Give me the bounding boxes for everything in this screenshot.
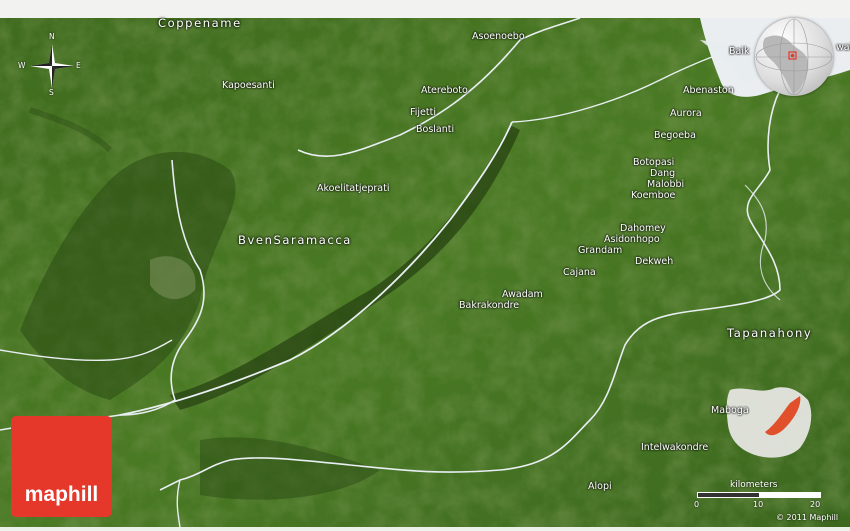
- place-label: Kapoesanti: [222, 80, 275, 91]
- place-label: Dekweh: [635, 256, 674, 267]
- place-label: Akoelitatjeprati: [317, 183, 390, 194]
- scale-unit-label: kilometers: [730, 480, 778, 490]
- terrain-layer: [0, 0, 850, 528]
- scale-tick: 20: [810, 500, 821, 509]
- place-label: Asoenoebo: [472, 31, 525, 42]
- compass-south: S: [49, 88, 54, 97]
- place-label-partial: wai: [836, 42, 850, 53]
- copyright-notice: © 2011 Maphill: [776, 513, 839, 522]
- place-label: Dang: [650, 168, 676, 179]
- scale-bar: [697, 492, 821, 498]
- place-label: Alopi: [588, 481, 612, 492]
- place-label: Fijetti: [410, 107, 436, 118]
- place-label: Cajana: [563, 267, 596, 278]
- region-label-bvensaramacca: BvenSaramacca: [238, 233, 352, 247]
- compass-west: W: [18, 61, 26, 70]
- satellite-map[interactable]: Coppename BvenSaramacca Tapanahony Asoen…: [0, 0, 850, 528]
- place-label: Abenaston: [683, 85, 734, 96]
- region-label-tapanahony: Tapanahony: [727, 326, 813, 340]
- place-label: Intelwakondre: [641, 442, 709, 453]
- place-label: Awadam: [502, 289, 543, 300]
- place-label: Malobbi: [647, 179, 685, 190]
- place-label: Bakrakondre: [459, 300, 520, 311]
- compass-east: E: [76, 61, 81, 70]
- compass-rose: [26, 40, 78, 92]
- scale-tick: 0: [694, 500, 700, 509]
- place-label: Begoeba: [654, 130, 696, 141]
- place-label-partial: Baik: [729, 46, 750, 57]
- place-label: Maboga: [711, 405, 749, 416]
- place-label: Grandam: [578, 245, 623, 256]
- place-label: Atereboto: [421, 85, 468, 96]
- compass-icon: [30, 44, 74, 88]
- place-label: Dahomey: [620, 223, 666, 234]
- place-label: Boslanti: [416, 124, 455, 135]
- region-label-coppename: Coppename: [158, 16, 242, 30]
- place-label: Koemboe: [631, 190, 676, 201]
- place-label: Aurora: [670, 108, 702, 119]
- globe-icon: [755, 18, 833, 96]
- compass-north: N: [49, 32, 55, 41]
- brand-label: maphill: [24, 483, 99, 506]
- maphill-logo[interactable]: maphill: [11, 416, 112, 517]
- globe-locator: [755, 18, 833, 96]
- scale-tick: 10: [753, 500, 764, 509]
- place-label: Asidonhopo: [604, 234, 660, 245]
- place-label: Botopasi: [633, 157, 675, 168]
